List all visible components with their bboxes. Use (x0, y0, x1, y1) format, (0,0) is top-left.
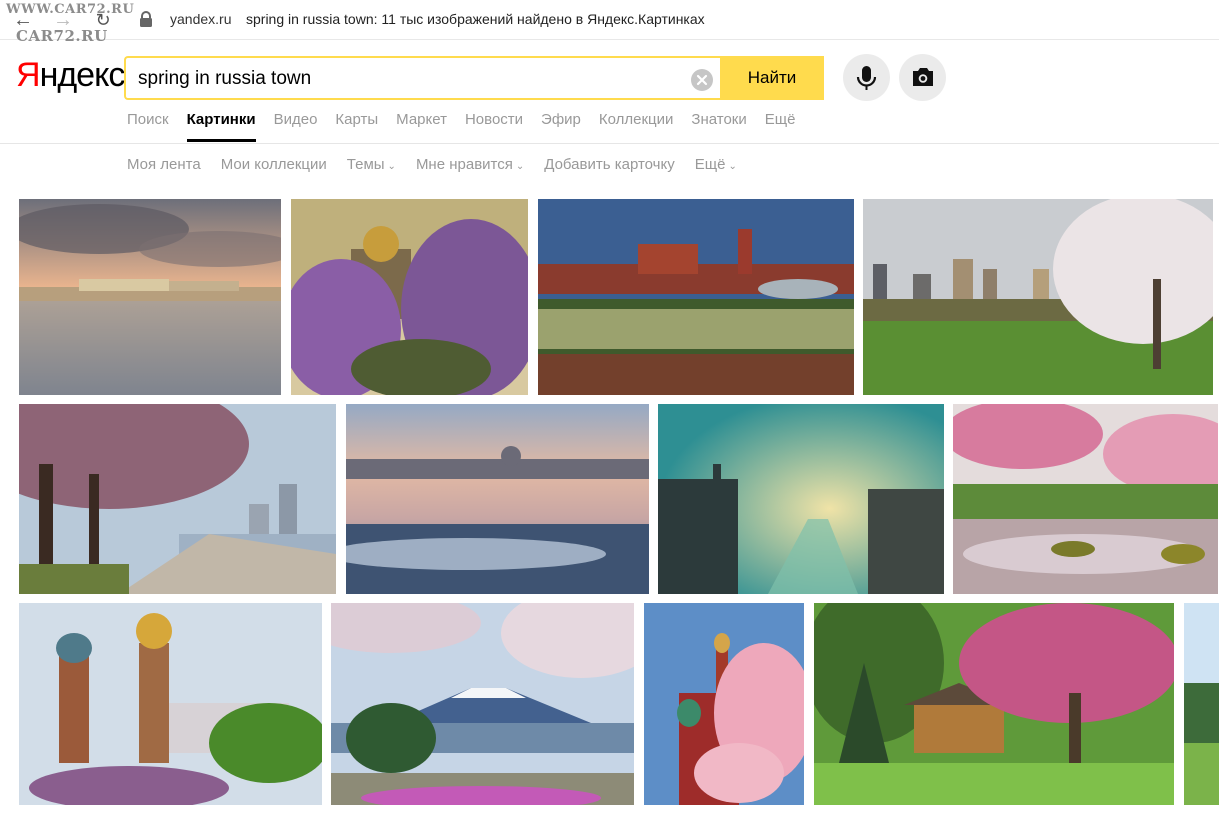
service-tabs: Поиск Картинки Видео Карты Маркет Новост… (127, 110, 813, 144)
tab-znatoki[interactable]: Знатоки (691, 110, 746, 142)
subnav-add-card[interactable]: Добавить карточку (544, 155, 674, 177)
header-divider (0, 143, 1219, 144)
microphone-icon (856, 66, 877, 90)
tab-market[interactable]: Маркет (396, 110, 447, 142)
tab-collections[interactable]: Коллекции (599, 110, 674, 142)
image-thumbnail-moscow-river[interactable] (658, 404, 944, 594)
lock-icon (140, 11, 152, 27)
tab-efir[interactable]: Эфир (541, 110, 581, 142)
chevron-down-icon: ⌄ (728, 161, 737, 172)
image-thumbnail-st-basils[interactable] (644, 603, 804, 805)
subnav-label: Мне нравится (415, 156, 513, 173)
search-input[interactable] (138, 68, 678, 90)
thumbnail-image (863, 199, 1213, 395)
subnav-label: Ещё (694, 156, 726, 173)
thumbnail-image (538, 199, 854, 395)
image-thumbnail-winter-palace-ice[interactable] (346, 404, 649, 594)
image-thumbnail-neva-embankment[interactable] (19, 199, 281, 395)
subnav-label: Моя лента (127, 156, 201, 173)
thumbnail-image (19, 603, 322, 805)
camera-icon (913, 68, 933, 86)
url-page-title[interactable]: spring in russia town: 11 тыс изображени… (246, 11, 705, 27)
image-thumbnail-blossom-promenade[interactable] (19, 404, 336, 594)
tab-news[interactable]: Новости (465, 110, 523, 142)
tab-search[interactable]: Поиск (127, 110, 169, 142)
search-box (124, 56, 720, 100)
thumbnail-image (644, 603, 804, 805)
clear-search-icon[interactable] (691, 69, 713, 91)
subnav-themes[interactable]: Темы ⌄ (347, 155, 396, 177)
watermark-line1: WWW.CAR72.RU (6, 2, 135, 17)
image-search-button[interactable] (899, 54, 946, 101)
tab-images[interactable]: Картинки (186, 110, 256, 142)
logo-first-letter: Я (16, 56, 41, 94)
image-thumbnail-covered-bridge[interactable] (814, 603, 1174, 805)
url-domain[interactable]: yandex.ru (170, 11, 231, 27)
subnav-more[interactable]: Ещё ⌄ (695, 155, 737, 177)
subnav-my-collections[interactable]: Мои коллекции (221, 155, 327, 177)
thumbnail-image (331, 603, 634, 805)
subnav-label: Темы (346, 156, 385, 173)
subnav-label: Добавить карточку (544, 156, 675, 173)
chevron-down-icon: ⌄ (387, 161, 396, 172)
thumbnail-image (658, 404, 944, 594)
image-thumbnail-blossom-stream[interactable] (953, 404, 1218, 594)
image-thumbnail-red-square-tulips[interactable] (538, 199, 854, 395)
tab-maps[interactable]: Карты (335, 110, 378, 142)
image-thumbnail-savior-on-blood[interactable] (19, 603, 322, 805)
thumbnail-image (814, 603, 1174, 805)
voice-search-button[interactable] (843, 54, 890, 101)
thumbnail-image (291, 199, 528, 395)
logo-rest: ндекс (39, 56, 126, 94)
thumbnail-image (1184, 603, 1219, 805)
watermark-line2: CAR72.RU (16, 27, 108, 45)
thumbnail-image (19, 404, 336, 594)
browser-address-bar: ← → ↻ WWW.CAR72.RU CAR72.RU yandex.ru sp… (0, 0, 1219, 44)
search-button-arrow (813, 56, 824, 100)
images-subnav: Моя лента Мои коллекции Темы ⌄ Мне нравит… (127, 155, 757, 177)
chevron-down-icon: ⌄ (515, 161, 525, 172)
subnav-label: Мои коллекции (220, 156, 327, 173)
image-thumbnail-partial[interactable] (1184, 603, 1219, 805)
tab-video[interactable]: Видео (274, 110, 318, 142)
image-thumbnail-mount-fuji[interactable] (331, 603, 634, 805)
search-form: Найти (124, 56, 824, 100)
image-thumbnail-st-isaacs[interactable] (291, 199, 528, 395)
subnav-likes[interactable]: Мне нравится ⌄ (416, 155, 524, 177)
thumbnail-image (346, 404, 649, 594)
thumbnail-image (953, 404, 1218, 594)
yandex-logo[interactable]: Яндекс (16, 56, 126, 94)
tab-more[interactable]: Ещё (765, 110, 796, 142)
search-button[interactable]: Найти (720, 56, 824, 100)
image-thumbnail-skyline-blossom[interactable] (863, 199, 1213, 395)
thumbnail-image (19, 199, 281, 395)
watermark: WWW.CAR72.RU CAR72.RU (6, 2, 134, 44)
subnav-my-feed[interactable]: Моя лента (127, 155, 201, 177)
